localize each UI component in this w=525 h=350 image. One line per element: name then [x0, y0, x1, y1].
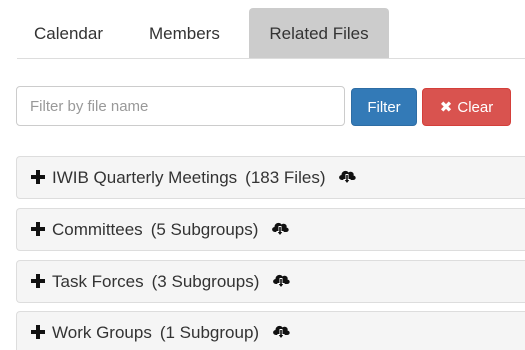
group-name: Task Forces — [52, 272, 144, 291]
group-count: (1 Subgroup) — [159, 323, 260, 342]
group-panel-work-groups[interactable]: Work Groups (1 Subgroup) — [16, 311, 525, 350]
tab-related-files[interactable]: Related Files — [249, 8, 389, 58]
group-name: Work Groups — [52, 323, 152, 342]
clear-button[interactable]: ✖ Clear — [422, 88, 511, 126]
group-panel-iwib-quarterly-meetings[interactable]: IWIB Quarterly Meetings (183 Files) — [16, 156, 525, 199]
group-name: Committees — [52, 220, 143, 239]
cloud-download-icon[interactable] — [271, 272, 291, 290]
group-name: IWIB Quarterly Meetings — [52, 168, 238, 187]
plus-icon — [31, 274, 45, 288]
cloud-download-icon[interactable] — [337, 168, 357, 186]
group-panel-task-forces[interactable]: Task Forces (3 Subgroups) — [16, 260, 525, 303]
cloud-download-icon[interactable] — [270, 220, 290, 238]
group-count: (3 Subgroups) — [151, 272, 260, 291]
tab-calendar[interactable]: Calendar — [17, 8, 120, 58]
filter-file-name-input[interactable] — [16, 86, 345, 126]
group-count: (183 Files) — [245, 168, 326, 187]
x-icon: ✖ — [439, 99, 453, 116]
tab-members[interactable]: Members — [132, 8, 237, 58]
group-count: (5 Subgroups) — [150, 220, 259, 239]
plus-icon — [31, 325, 45, 339]
related-files-page: Calendar Members Related Files Filter ✖C… — [0, 0, 525, 350]
group-panel-committees[interactable]: Committees (5 Subgroups) — [16, 208, 525, 251]
filter-button[interactable]: Filter — [351, 88, 417, 126]
plus-icon — [31, 222, 45, 236]
plus-icon — [31, 170, 45, 184]
tab-bar: Calendar Members Related Files — [17, 8, 525, 59]
cloud-download-icon[interactable] — [271, 323, 291, 341]
clear-button-label: Clear — [457, 99, 494, 116]
